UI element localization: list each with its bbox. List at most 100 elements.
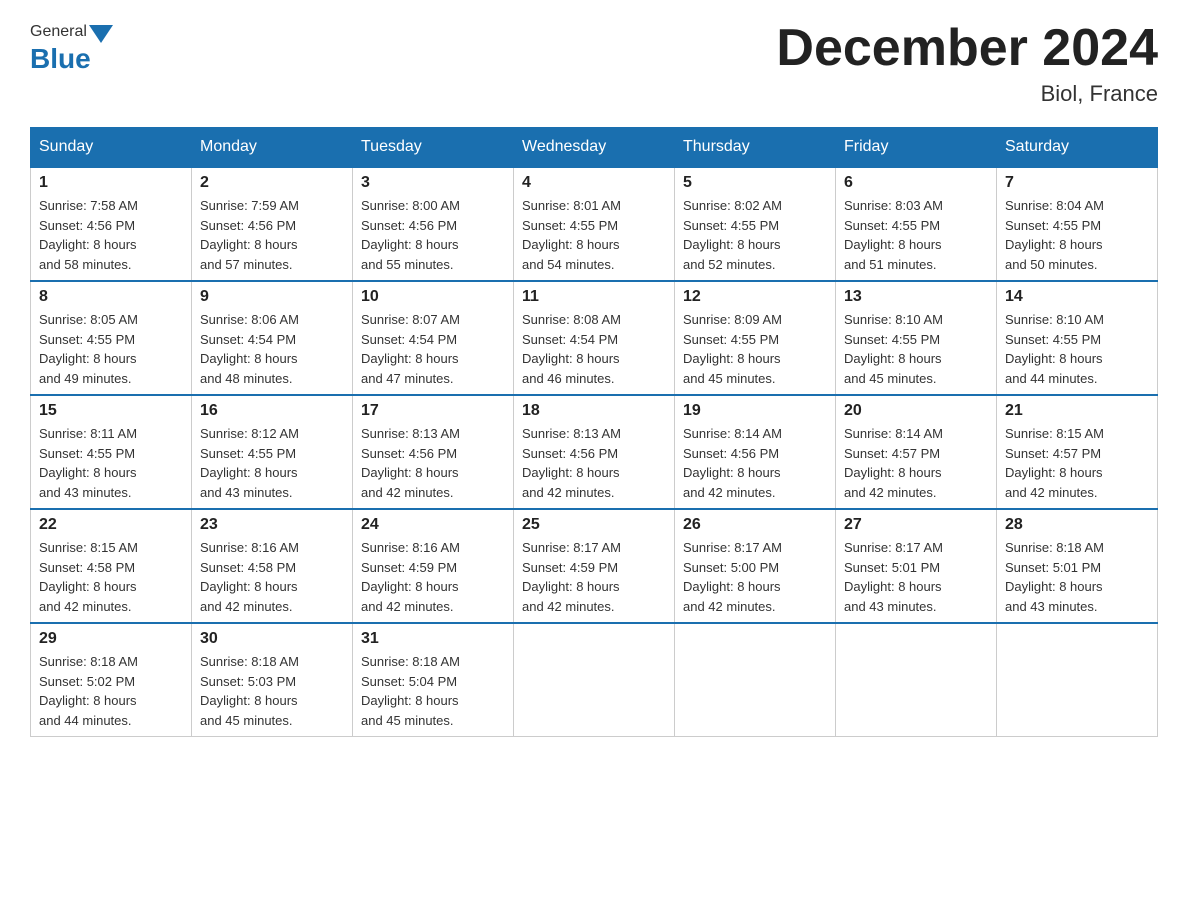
calendar-week-row: 1 Sunrise: 7:58 AMSunset: 4:56 PMDayligh… [31,167,1158,281]
day-number: 1 [39,174,183,192]
calendar-week-row: 8 Sunrise: 8:05 AMSunset: 4:55 PMDayligh… [31,281,1158,395]
day-number: 17 [361,402,505,420]
calendar-table: SundayMondayTuesdayWednesdayThursdayFrid… [30,127,1158,737]
calendar-cell: 27 Sunrise: 8:17 AMSunset: 5:01 PMDaylig… [836,509,997,623]
calendar-cell: 29 Sunrise: 8:18 AMSunset: 5:02 PMDaylig… [31,623,192,737]
day-number: 24 [361,516,505,534]
day-number: 20 [844,402,988,420]
calendar-cell: 22 Sunrise: 8:15 AMSunset: 4:58 PMDaylig… [31,509,192,623]
logo-blue-text: Blue [30,43,91,75]
day-number: 16 [200,402,344,420]
day-info: Sunrise: 8:17 AMSunset: 5:00 PMDaylight:… [683,538,827,616]
day-info: Sunrise: 8:18 AMSunset: 5:01 PMDaylight:… [1005,538,1149,616]
day-info: Sunrise: 8:01 AMSunset: 4:55 PMDaylight:… [522,196,666,274]
calendar-cell: 7 Sunrise: 8:04 AMSunset: 4:55 PMDayligh… [997,167,1158,281]
day-info: Sunrise: 8:13 AMSunset: 4:56 PMDaylight:… [361,424,505,502]
calendar-cell: 21 Sunrise: 8:15 AMSunset: 4:57 PMDaylig… [997,395,1158,509]
day-number: 23 [200,516,344,534]
day-number: 3 [361,174,505,192]
calendar-cell: 14 Sunrise: 8:10 AMSunset: 4:55 PMDaylig… [997,281,1158,395]
day-info: Sunrise: 8:07 AMSunset: 4:54 PMDaylight:… [361,310,505,388]
day-info: Sunrise: 8:17 AMSunset: 4:59 PMDaylight:… [522,538,666,616]
calendar-cell: 24 Sunrise: 8:16 AMSunset: 4:59 PMDaylig… [353,509,514,623]
calendar-day-header: Friday [836,128,997,168]
day-number: 10 [361,288,505,306]
logo-arrow-icon [89,25,113,43]
day-number: 26 [683,516,827,534]
day-number: 11 [522,288,666,306]
day-info: Sunrise: 8:14 AMSunset: 4:57 PMDaylight:… [844,424,988,502]
day-info: Sunrise: 8:18 AMSunset: 5:02 PMDaylight:… [39,652,183,730]
calendar-body: 1 Sunrise: 7:58 AMSunset: 4:56 PMDayligh… [31,167,1158,737]
calendar-week-row: 29 Sunrise: 8:18 AMSunset: 5:02 PMDaylig… [31,623,1158,737]
month-title: December 2024 [776,20,1158,77]
calendar-cell: 30 Sunrise: 8:18 AMSunset: 5:03 PMDaylig… [192,623,353,737]
day-info: Sunrise: 8:11 AMSunset: 4:55 PMDaylight:… [39,424,183,502]
day-info: Sunrise: 8:15 AMSunset: 4:57 PMDaylight:… [1005,424,1149,502]
calendar-cell: 12 Sunrise: 8:09 AMSunset: 4:55 PMDaylig… [675,281,836,395]
day-info: Sunrise: 8:08 AMSunset: 4:54 PMDaylight:… [522,310,666,388]
day-number: 9 [200,288,344,306]
day-number: 8 [39,288,183,306]
calendar-day-header: Tuesday [353,128,514,168]
day-number: 29 [39,630,183,648]
calendar-cell [997,623,1158,737]
day-info: Sunrise: 8:18 AMSunset: 5:04 PMDaylight:… [361,652,505,730]
calendar-cell: 16 Sunrise: 8:12 AMSunset: 4:55 PMDaylig… [192,395,353,509]
day-number: 7 [1005,174,1149,192]
title-section: December 2024 Biol, France [776,20,1158,107]
day-info: Sunrise: 8:02 AMSunset: 4:55 PMDaylight:… [683,196,827,274]
day-info: Sunrise: 8:10 AMSunset: 4:55 PMDaylight:… [844,310,988,388]
day-number: 5 [683,174,827,192]
calendar-cell: 15 Sunrise: 8:11 AMSunset: 4:55 PMDaylig… [31,395,192,509]
calendar-cell: 1 Sunrise: 7:58 AMSunset: 4:56 PMDayligh… [31,167,192,281]
day-info: Sunrise: 8:10 AMSunset: 4:55 PMDaylight:… [1005,310,1149,388]
day-info: Sunrise: 8:14 AMSunset: 4:56 PMDaylight:… [683,424,827,502]
day-info: Sunrise: 8:16 AMSunset: 4:58 PMDaylight:… [200,538,344,616]
day-number: 19 [683,402,827,420]
day-info: Sunrise: 8:04 AMSunset: 4:55 PMDaylight:… [1005,196,1149,274]
calendar-day-header: Thursday [675,128,836,168]
day-number: 18 [522,402,666,420]
day-number: 13 [844,288,988,306]
day-info: Sunrise: 8:09 AMSunset: 4:55 PMDaylight:… [683,310,827,388]
calendar-week-row: 15 Sunrise: 8:11 AMSunset: 4:55 PMDaylig… [31,395,1158,509]
calendar-cell: 25 Sunrise: 8:17 AMSunset: 4:59 PMDaylig… [514,509,675,623]
day-info: Sunrise: 8:18 AMSunset: 5:03 PMDaylight:… [200,652,344,730]
calendar-day-header: Monday [192,128,353,168]
calendar-cell: 17 Sunrise: 8:13 AMSunset: 4:56 PMDaylig… [353,395,514,509]
calendar-cell: 5 Sunrise: 8:02 AMSunset: 4:55 PMDayligh… [675,167,836,281]
calendar-cell [514,623,675,737]
day-number: 4 [522,174,666,192]
calendar-cell: 31 Sunrise: 8:18 AMSunset: 5:04 PMDaylig… [353,623,514,737]
day-info: Sunrise: 8:03 AMSunset: 4:55 PMDaylight:… [844,196,988,274]
calendar-day-header: Saturday [997,128,1158,168]
calendar-cell: 10 Sunrise: 8:07 AMSunset: 4:54 PMDaylig… [353,281,514,395]
day-info: Sunrise: 8:12 AMSunset: 4:55 PMDaylight:… [200,424,344,502]
logo-general-text: General [30,23,87,41]
day-number: 2 [200,174,344,192]
calendar-cell: 6 Sunrise: 8:03 AMSunset: 4:55 PMDayligh… [836,167,997,281]
calendar-cell: 4 Sunrise: 8:01 AMSunset: 4:55 PMDayligh… [514,167,675,281]
day-number: 25 [522,516,666,534]
day-info: Sunrise: 7:59 AMSunset: 4:56 PMDaylight:… [200,196,344,274]
calendar-cell [675,623,836,737]
day-info: Sunrise: 8:05 AMSunset: 4:55 PMDaylight:… [39,310,183,388]
day-info: Sunrise: 8:06 AMSunset: 4:54 PMDaylight:… [200,310,344,388]
day-info: Sunrise: 8:13 AMSunset: 4:56 PMDaylight:… [522,424,666,502]
calendar-cell: 20 Sunrise: 8:14 AMSunset: 4:57 PMDaylig… [836,395,997,509]
calendar-cell [836,623,997,737]
day-number: 21 [1005,402,1149,420]
calendar-cell: 13 Sunrise: 8:10 AMSunset: 4:55 PMDaylig… [836,281,997,395]
calendar-cell: 28 Sunrise: 8:18 AMSunset: 5:01 PMDaylig… [997,509,1158,623]
calendar-cell: 3 Sunrise: 8:00 AMSunset: 4:56 PMDayligh… [353,167,514,281]
calendar-cell: 9 Sunrise: 8:06 AMSunset: 4:54 PMDayligh… [192,281,353,395]
day-number: 6 [844,174,988,192]
calendar-cell: 23 Sunrise: 8:16 AMSunset: 4:58 PMDaylig… [192,509,353,623]
calendar-cell: 8 Sunrise: 8:05 AMSunset: 4:55 PMDayligh… [31,281,192,395]
day-number: 22 [39,516,183,534]
day-number: 15 [39,402,183,420]
day-info: Sunrise: 8:16 AMSunset: 4:59 PMDaylight:… [361,538,505,616]
calendar-cell: 19 Sunrise: 8:14 AMSunset: 4:56 PMDaylig… [675,395,836,509]
calendar-cell: 18 Sunrise: 8:13 AMSunset: 4:56 PMDaylig… [514,395,675,509]
